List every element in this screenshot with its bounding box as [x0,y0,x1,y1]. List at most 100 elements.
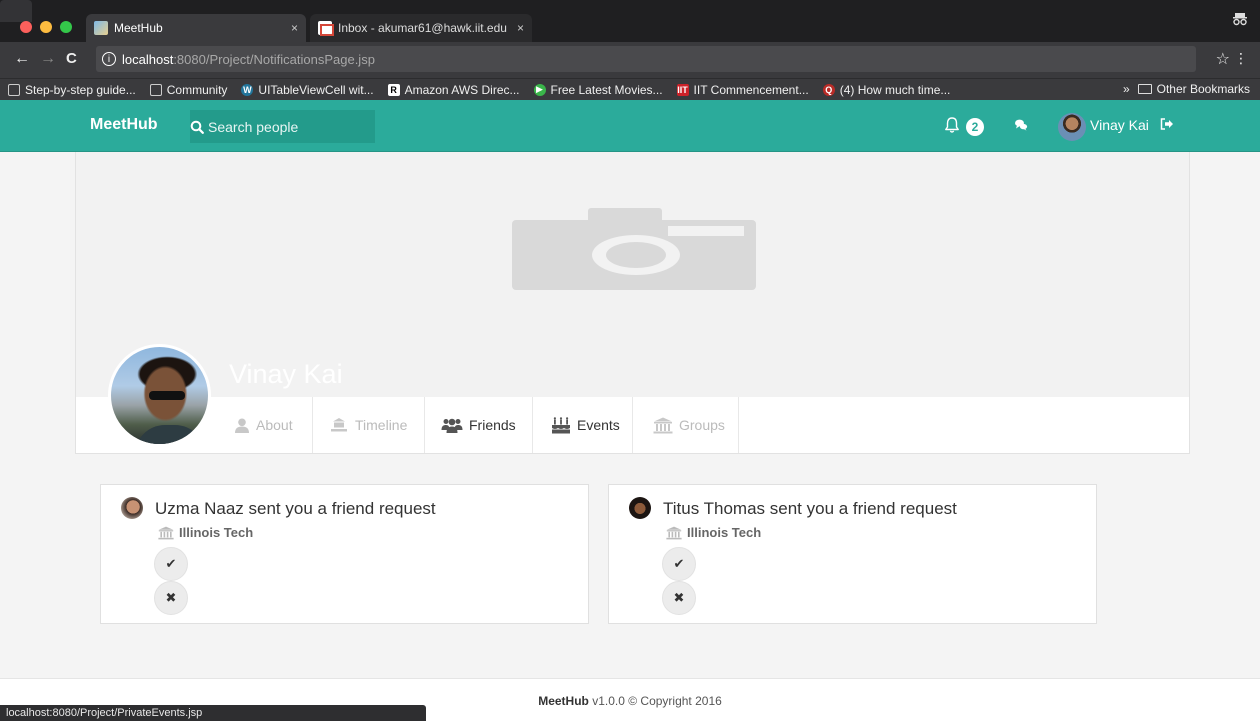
birthday-cake-icon [551,416,571,434]
tab-label: Groups [679,417,725,433]
address-bar: ← → C i localhost :8080/Project/Notifica… [0,42,1260,78]
profile-name: Vinay Kai [229,359,343,389]
footer-version-text: v1.0.0 © Copyright 2016 [588,694,722,708]
institution-icon [666,526,682,539]
bookmark-label: Community [166,82,228,97]
browser-menu-icon[interactable]: ⋮ [1234,50,1248,67]
school-name: Illinois Tech [687,525,762,540]
bookmark-star-icon[interactable]: ☆ [1216,49,1230,69]
search-icon[interactable] [190,110,204,143]
tab-label: About [256,417,293,433]
bookmarks-overflow-button[interactable]: » [1123,82,1130,96]
reject-button[interactable]: ✖ [662,581,696,615]
user-icon [234,418,250,433]
timeline-icon [329,417,349,433]
page-icon [149,83,162,96]
profile-tabs: About Timeline Friends Events Groups [76,397,1189,453]
search-box [190,110,389,143]
school-label: Illinois Tech [158,525,253,540]
bookmark-item[interactable]: ▶ Free Latest Movies... [533,82,663,97]
page-icon [8,83,20,96]
bookmark-label: IIT Commencement... [693,82,809,97]
url-input[interactable]: i localhost :8080/Project/NotificationsP… [96,46,1196,72]
chat-icon[interactable] [1014,118,1028,137]
bookmark-item[interactable]: Community [149,82,228,97]
browser-tab-inbox[interactable]: Inbox - akumar61@hawk.iit.edu × [310,14,532,42]
friend-request-card: Titus Thomas sent you a friend request I… [608,484,1097,624]
tab-close-icon[interactable]: × [517,21,524,35]
wordpress-icon: W [241,83,254,96]
sign-out-icon[interactable] [1160,118,1174,133]
browser-tab-meethub[interactable]: MeetHub × [86,14,306,42]
tab-timeline[interactable]: Timeline [313,397,425,453]
minimize-window-button[interactable] [40,21,52,33]
gmail-favicon-icon [318,21,334,36]
bookmark-item[interactable]: W UITableViewCell wit... [241,82,374,97]
bookmark-label: UITableViewCell wit... [258,82,374,97]
user-avatar[interactable] [1058,113,1086,141]
tab-close-icon[interactable]: × [291,21,298,35]
tab-about[interactable]: About [216,397,313,453]
avatar-glasses [149,391,185,400]
search-input[interactable] [204,110,389,143]
tab-friends[interactable]: Friends [425,397,533,453]
bookmarks-bar: Step-by-step guide... Community W UITable… [0,78,1260,100]
folder-icon [1137,84,1152,94]
iit-icon: IIT [676,83,689,96]
bookmark-item[interactable]: Step-by-step guide... [8,83,136,97]
status-bar-url: localhost:8080/Project/PrivateEvents.jsp [0,705,426,721]
back-arrow-icon[interactable]: ← [14,50,30,68]
friend-request-card: Uzma Naaz sent you a friend request Illi… [100,484,589,624]
bookmark-item[interactable]: R Amazon AWS Direc... [387,82,520,97]
camera-icon [512,208,756,290]
brand-logo[interactable]: MeetHub [90,116,158,134]
bookmark-item[interactable]: IIT IIT Commencement... [676,82,809,97]
cover-photo: Vinay Kai [76,152,1189,397]
bookmark-label: Amazon AWS Direc... [404,82,520,97]
r-icon: R [387,83,400,96]
browser-tab-bar: MeetHub × Inbox - akumar61@hawk.iit.edu … [0,0,1260,42]
bookmark-item[interactable]: Q (4) How much time... [822,82,951,97]
user-name-link[interactable]: Vinay Kai [1090,117,1149,133]
tab-title: Inbox - akumar61@hawk.iit.edu [338,21,507,35]
tab-groups[interactable]: Groups [633,397,739,453]
school-label: Illinois Tech [666,525,761,540]
tab-label: Events [577,417,620,433]
incognito-icon [1232,12,1248,29]
reject-button[interactable]: ✖ [154,581,188,615]
notification-text: Titus Thomas sent you a friend request [663,499,957,518]
profile-avatar[interactable] [108,344,211,447]
info-icon[interactable]: i [102,52,116,66]
footer-brand: MeetHub [538,694,589,708]
requester-avatar[interactable] [629,497,651,519]
url-path: :8080/Project/NotificationsPage.jsp [173,51,375,67]
app-navbar: MeetHub 2 Vinay Kai [0,100,1260,152]
accept-button[interactable]: ✔ [662,547,696,581]
notification-count-badge[interactable]: 2 [966,118,984,136]
url-host: localhost [122,51,174,67]
requester-avatar[interactable] [121,497,143,519]
maximize-window-button[interactable] [60,21,72,33]
tab-title: MeetHub [114,21,163,35]
reload-icon[interactable]: C [66,50,77,67]
users-icon [441,418,463,433]
quora-icon: Q [822,83,835,96]
other-bookmarks-button[interactable]: Other Bookmarks [1157,82,1250,96]
avatar-shirt [135,425,205,444]
meethub-favicon-icon [94,21,108,35]
bookmark-label: (4) How much time... [839,82,951,97]
play-icon: ▶ [533,83,546,96]
close-window-button[interactable] [20,21,32,33]
bell-icon[interactable] [944,116,960,139]
new-tab-button[interactable] [0,0,32,22]
school-name: Illinois Tech [179,525,254,540]
tab-events[interactable]: Events [533,397,633,453]
bookmark-label: Free Latest Movies... [550,82,663,97]
institution-icon [653,417,673,434]
forward-arrow-icon[interactable]: → [40,50,56,68]
accept-button[interactable]: ✔ [154,547,188,581]
notification-text: Uzma Naaz sent you a friend request [155,499,436,518]
tab-label: Timeline [355,417,408,433]
tab-label: Friends [469,417,516,433]
bookmark-label: Step-by-step guide... [25,82,136,97]
